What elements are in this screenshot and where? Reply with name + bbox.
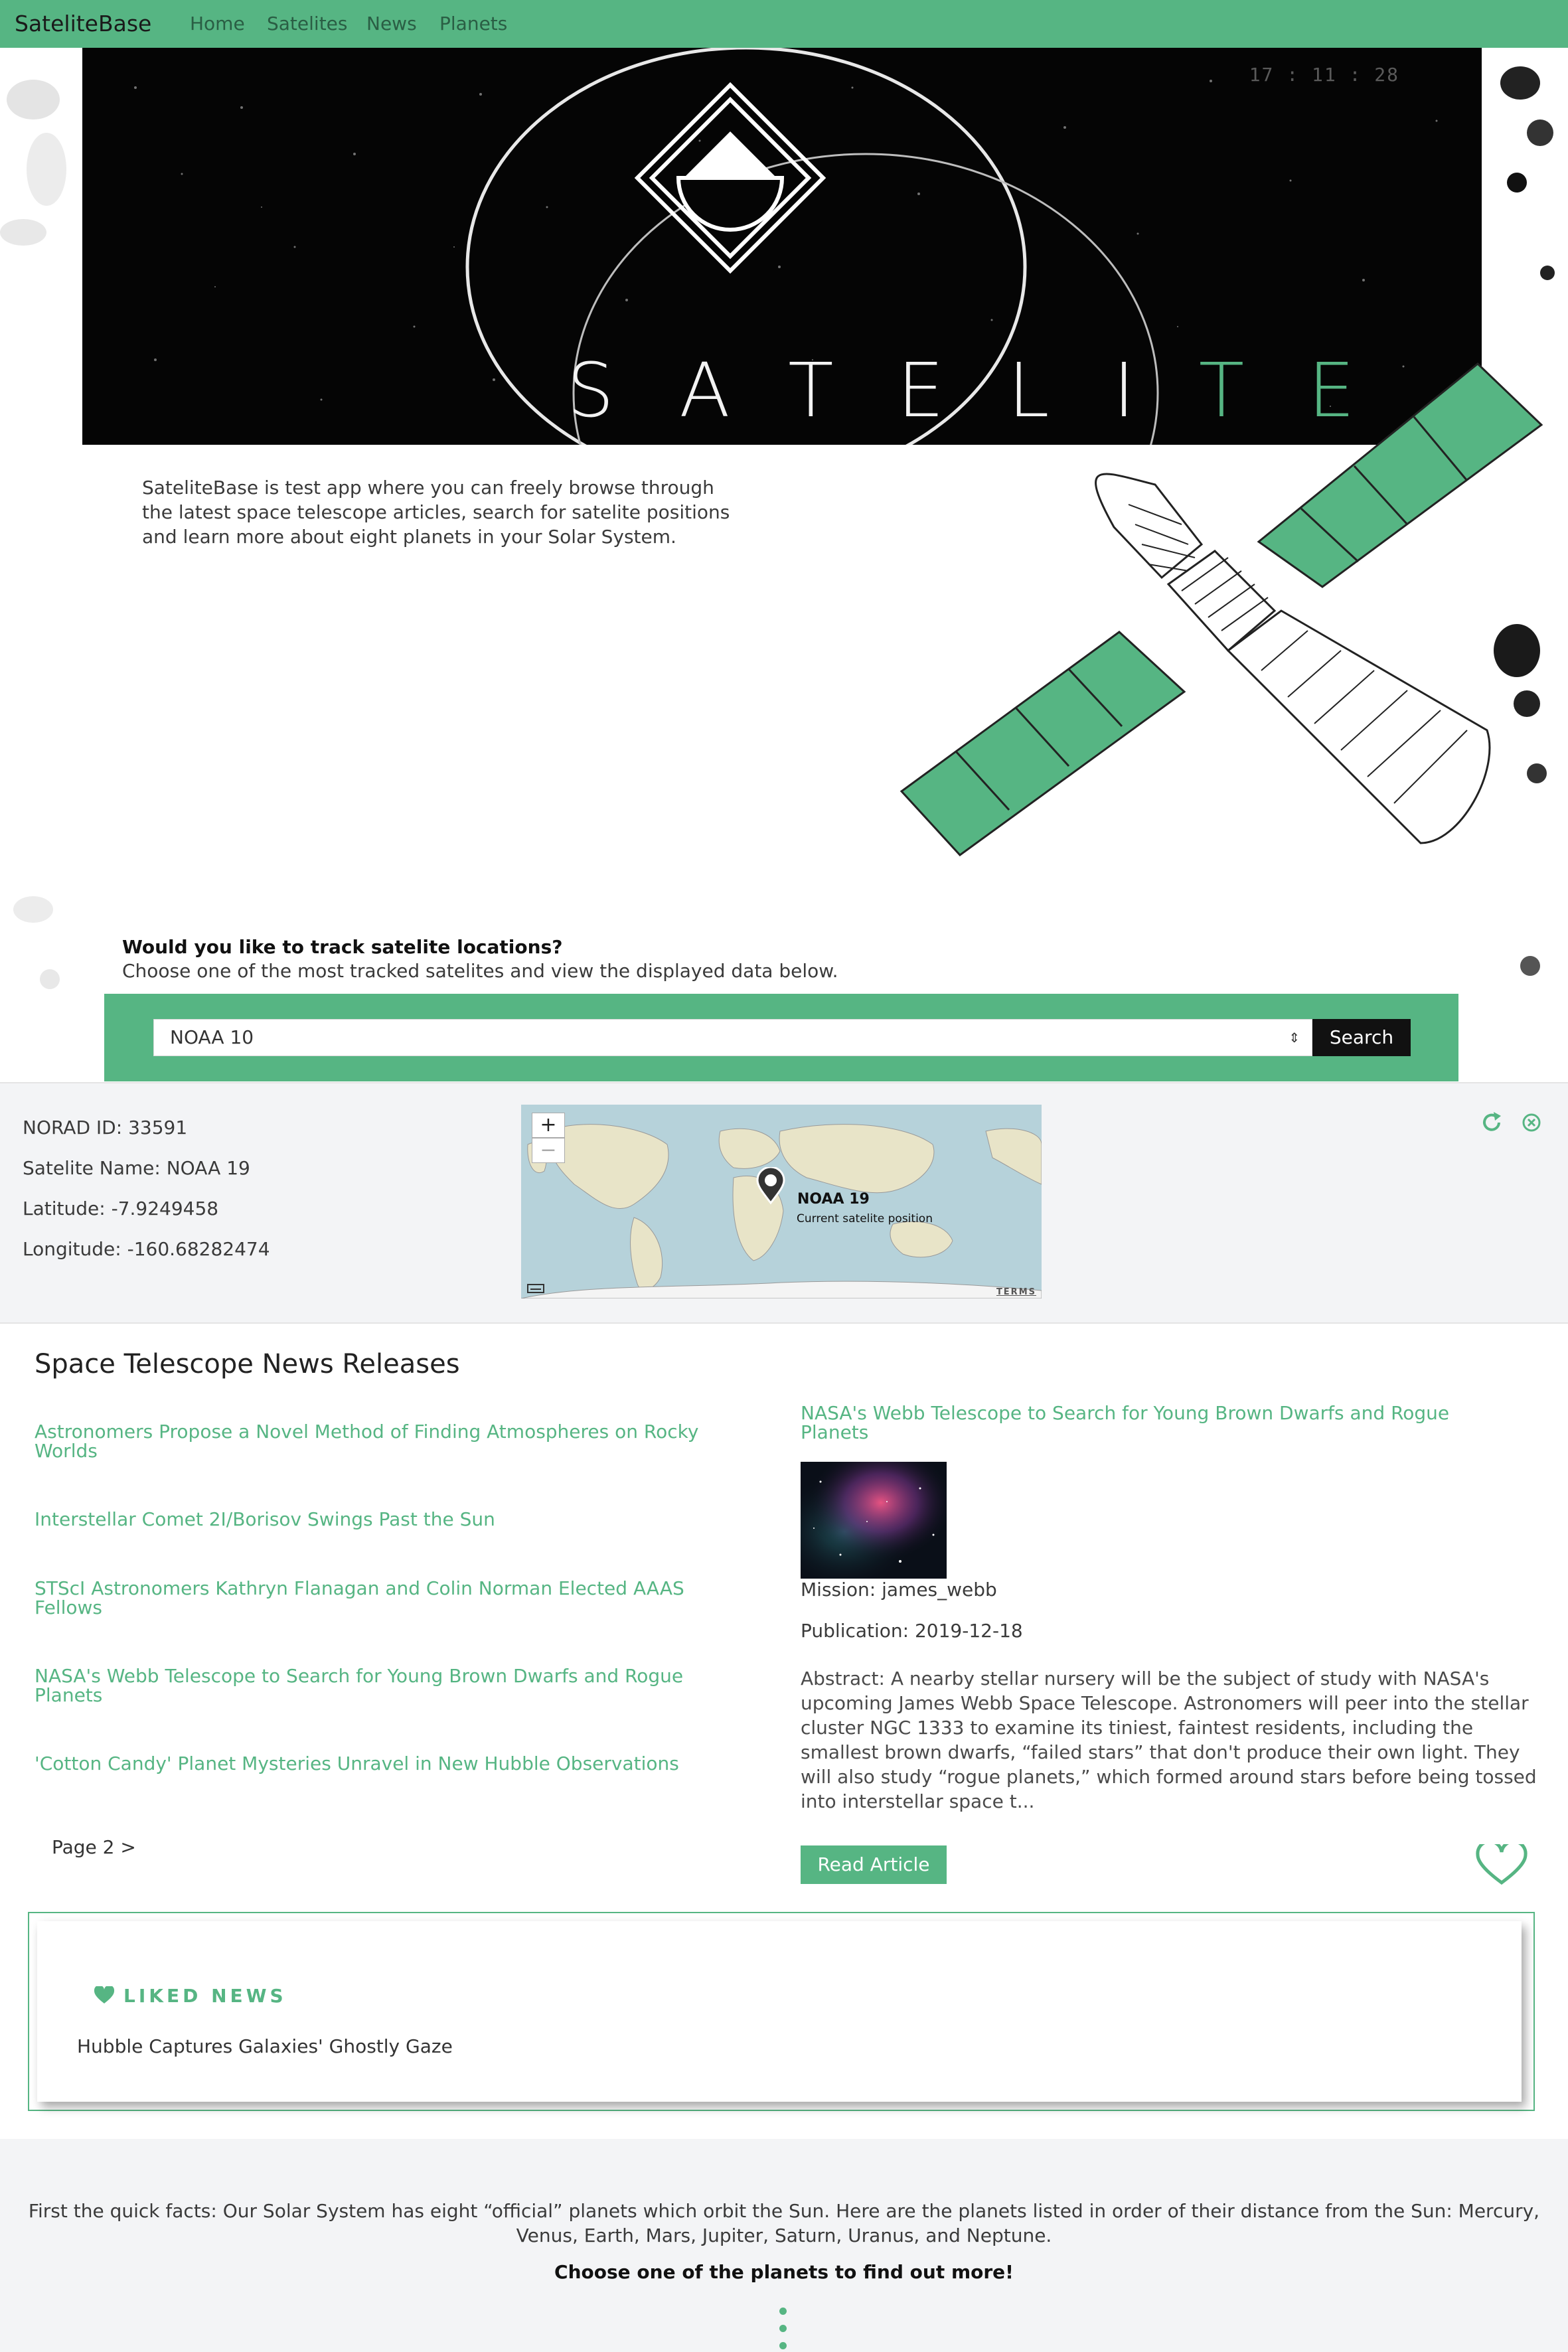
- norad-id: NORAD ID: 33591: [23, 1117, 188, 1138]
- scroll-dot: [779, 2308, 787, 2315]
- nav-home[interactable]: Home: [190, 7, 245, 41]
- article-title[interactable]: NASA's Webb Telescope to Search for Youn…: [801, 1403, 1511, 1442]
- zoom-out-button[interactable]: −: [532, 1138, 565, 1163]
- refresh-icon[interactable]: [1479, 1110, 1504, 1135]
- nebula-image: [801, 1462, 947, 1579]
- scroll-dot: [779, 2342, 787, 2349]
- news-link[interactable]: NASA's Webb Telescope to Search for Youn…: [35, 1666, 725, 1705]
- satellite-select-value: NOAA 10: [170, 1026, 254, 1048]
- liked-news-card: LIKED NEWS Hubble Captures Galaxies' Gho…: [37, 1921, 1522, 2102]
- scroll-dot: [779, 2325, 787, 2332]
- liked-news-panel: LIKED NEWS Hubble Captures Galaxies' Gho…: [28, 1912, 1535, 2111]
- track-search-bar: NOAA 10 ⇕ Search: [104, 994, 1458, 1081]
- satellite-data-panel: NORAD ID: 33591 Satelite Name: NOAA 19 L…: [0, 1082, 1568, 1324]
- nav-planets[interactable]: Planets: [439, 7, 507, 41]
- clock: 17 : 11 : 28: [1249, 64, 1399, 86]
- news-link[interactable]: 'Cotton Candy' Planet Mysteries Unravel …: [35, 1754, 725, 1773]
- satellite-illustration: [900, 362, 1543, 857]
- satellite-latitude: Latitude: -7.9249458: [23, 1198, 219, 1219]
- news-link[interactable]: STScI Astronomers Kathryn Flanagan and C…: [35, 1579, 725, 1617]
- brand-logo[interactable]: SateliteBase: [15, 7, 151, 41]
- close-icon[interactable]: [1519, 1110, 1544, 1135]
- planets-facts: First the quick facts: Our Solar System …: [28, 2200, 1540, 2246]
- map-sublabel: Current satelite position: [797, 1212, 933, 1225]
- search-button[interactable]: Search: [1312, 1019, 1411, 1056]
- nav-news[interactable]: News: [366, 7, 417, 41]
- liked-news-title: LIKED NEWS: [123, 1985, 287, 2007]
- satellite-map[interactable]: + − NOAA 19 Current satelite position TE…: [521, 1105, 1042, 1298]
- news-section-title: Space Telescope News Releases: [35, 1349, 460, 1379]
- planets-cta: Choose one of the planets to find out mo…: [554, 2261, 1014, 2283]
- news-link[interactable]: Interstellar Comet 2I/Borisov Swings Pas…: [35, 1510, 725, 1529]
- nav-satelites[interactable]: Satelites: [267, 7, 348, 41]
- track-subtitle: Choose one of the most tracked satelites…: [122, 960, 838, 982]
- page-next-link[interactable]: Page 2 >: [52, 1836, 136, 1858]
- map-label: NOAA 19: [797, 1191, 870, 1208]
- article-mission: Mission: james_webb: [801, 1579, 997, 1601]
- intro-text: SateliteBase is test app where you can f…: [142, 477, 730, 548]
- satellite-longitude: Longitude: -160.68282474: [23, 1238, 270, 1260]
- satellite-select[interactable]: NOAA 10 ⇕: [153, 1019, 1312, 1056]
- navbar: SateliteBase Home Satelites News Planets: [0, 0, 1568, 48]
- heart-icon[interactable]: [1475, 1844, 1528, 1887]
- hero-logo: [634, 82, 826, 274]
- track-question: Would you like to track satelite locatio…: [122, 936, 563, 958]
- liked-news-item[interactable]: Hubble Captures Galaxies' Ghostly Gaze: [77, 2035, 453, 2057]
- map-pin-icon[interactable]: [755, 1167, 787, 1206]
- article-detail: NASA's Webb Telescope to Search for Youn…: [801, 1403, 1537, 1885]
- liked-heart-icon: [94, 1986, 115, 2003]
- satellite-name: Satelite Name: NOAA 19: [23, 1157, 250, 1179]
- zoom-in-button[interactable]: +: [532, 1113, 565, 1138]
- select-arrows-icon: ⇕: [1289, 1030, 1300, 1046]
- planets-section: First the quick facts: Our Solar System …: [0, 2139, 1568, 2352]
- keyboard-icon[interactable]: [526, 1281, 546, 1294]
- article-image: [801, 1462, 947, 1579]
- map-terms-link[interactable]: TERMS: [996, 1287, 1036, 1297]
- news-link[interactable]: Astronomers Propose a Novel Method of Fi…: [35, 1422, 725, 1460]
- article-abstract: Abstract: A nearby stellar nursery will …: [801, 1668, 1537, 1812]
- read-article-button[interactable]: Read Article: [801, 1845, 947, 1884]
- article-publication: Publication: 2019-12-18: [801, 1620, 1023, 1642]
